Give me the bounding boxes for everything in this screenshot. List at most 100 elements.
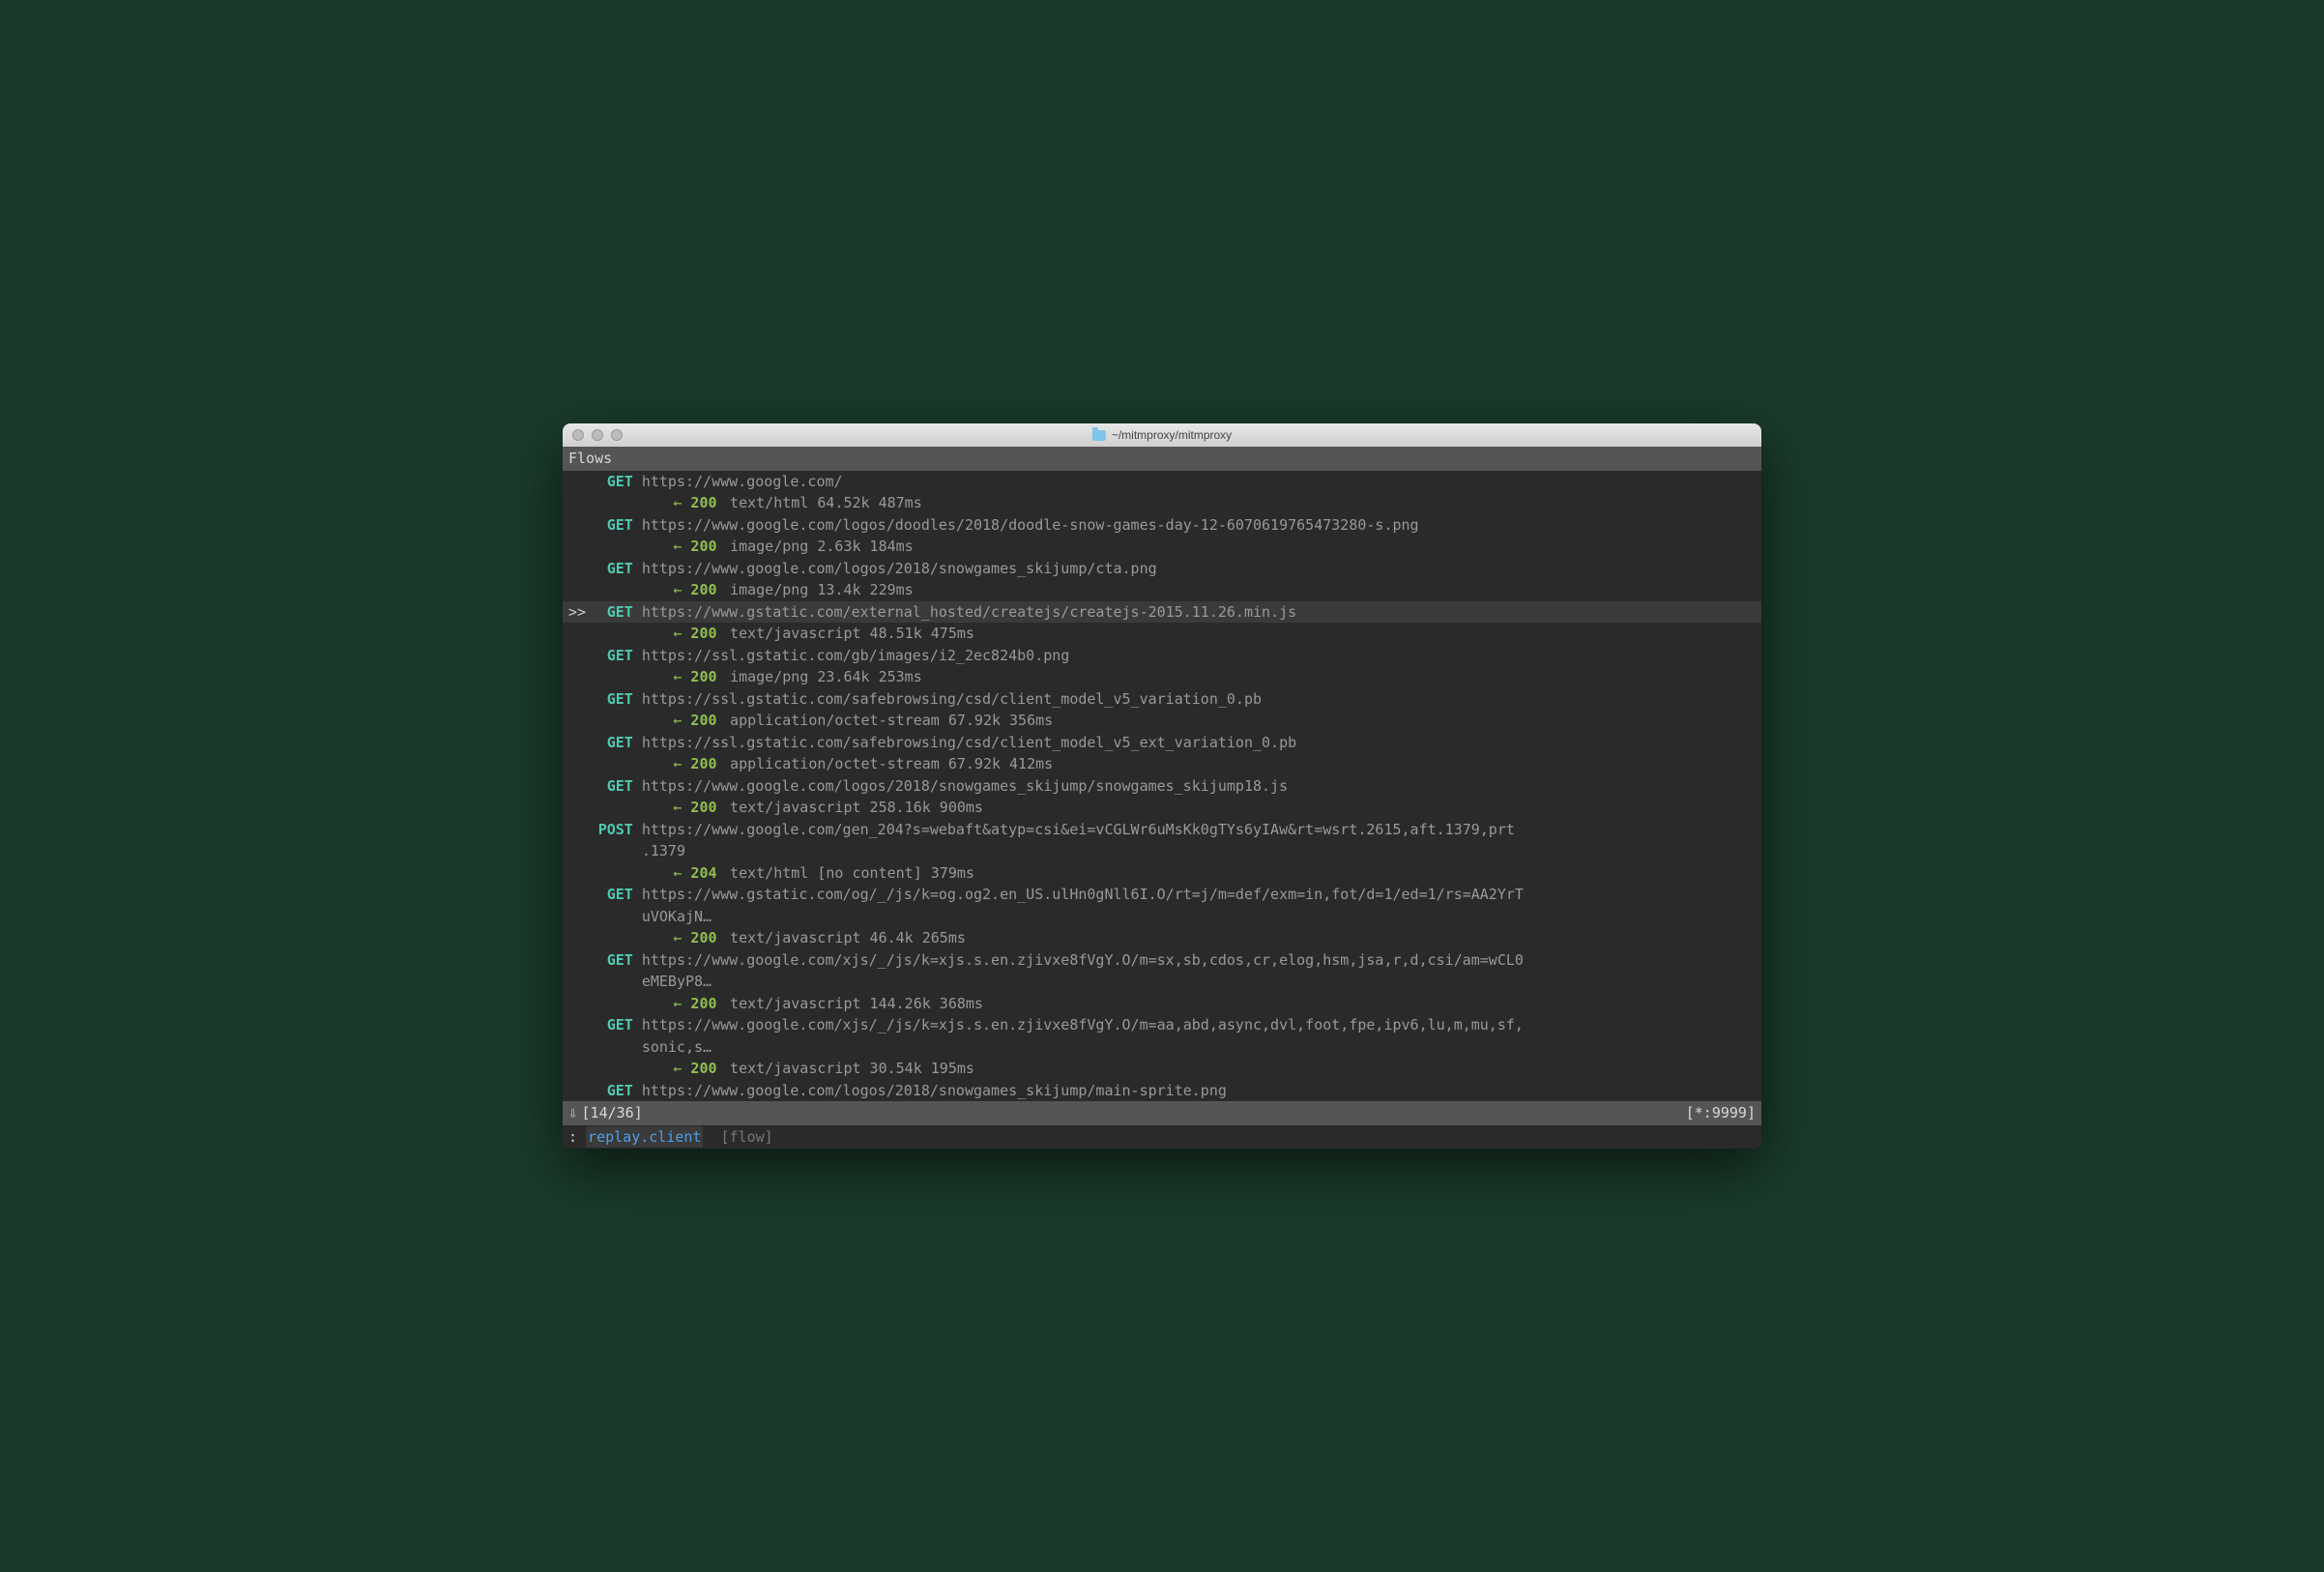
response-meta: application/octet-stream 67.92k 412ms <box>717 755 1054 772</box>
response-row: ← 200 text/javascript 258.16k 900ms <box>563 797 1761 819</box>
response-arrow-icon: ← <box>673 799 690 816</box>
flow-row[interactable]: GEThttps://www.google.com/xjs/_/js/k=xjs… <box>563 949 1761 972</box>
cursor-indicator <box>568 775 590 798</box>
response-arrow-icon: ← <box>673 712 690 729</box>
response-meta: text/html 64.52k 487ms <box>717 494 922 511</box>
http-method: GET <box>590 471 633 493</box>
response-meta: image/png 23.64k 253ms <box>717 668 922 685</box>
command-line[interactable]: : replay.client [flow] <box>563 1125 1761 1150</box>
status-code: 200 <box>690 929 716 946</box>
close-button[interactable] <box>572 429 584 441</box>
http-method: GET <box>590 884 633 906</box>
cursor-indicator <box>568 645 590 667</box>
status-code: 200 <box>690 494 716 511</box>
response-meta: text/javascript 144.26k 368ms <box>717 995 983 1012</box>
minimize-button[interactable] <box>592 429 603 441</box>
response-arrow-icon: ← <box>673 581 690 598</box>
cmd-hint: [flow] <box>703 1126 772 1149</box>
terminal-body[interactable]: Flows GEThttps://www.google.com/← 200 te… <box>563 447 1761 1149</box>
flow-row[interactable]: GEThttps://www.google.com/logos/2018/sno… <box>563 775 1761 798</box>
status-code: 200 <box>690 668 716 685</box>
cursor-indicator <box>568 819 590 841</box>
flow-row[interactable]: GEThttps://ssl.gstatic.com/gb/images/i2_… <box>563 645 1761 667</box>
response-arrow-icon: ← <box>673 625 690 642</box>
response-row: ← 204 text/html [no content] 379ms <box>563 862 1761 885</box>
flow-row[interactable]: GEThttps://www.google.com/logos/2018/sno… <box>563 1080 1761 1102</box>
response-arrow-icon: ← <box>673 538 690 555</box>
response-row: ← 200 text/javascript 46.4k 265ms <box>563 927 1761 949</box>
position-indicator: [14/36] <box>582 1104 643 1121</box>
response-meta: text/javascript 48.51k 475ms <box>717 625 974 642</box>
request-url: https://www.google.com/ <box>633 471 843 493</box>
flow-list[interactable]: GEThttps://www.google.com/← 200 text/htm… <box>563 471 1761 1102</box>
traffic-lights <box>572 429 623 441</box>
request-url: https://www.google.com/logos/doodles/201… <box>633 514 1419 537</box>
flow-row[interactable]: GEThttps://www.google.com/logos/doodles/… <box>563 514 1761 537</box>
request-url: https://www.gstatic.com/og/_/js/k=og.og2… <box>633 884 1524 906</box>
status-code: 204 <box>690 864 716 882</box>
response-arrow-icon: ← <box>673 755 690 772</box>
http-method: GET <box>590 1014 633 1036</box>
cursor-indicator <box>568 514 590 537</box>
cmd-input[interactable]: replay.client <box>586 1126 703 1149</box>
flow-row[interactable]: GEThttps://www.gstatic.com/og/_/js/k=og.… <box>563 884 1761 906</box>
status-code: 200 <box>690 755 716 772</box>
title-text: ~/mitmproxy/mitmproxy <box>1112 428 1232 442</box>
http-method: GET <box>590 775 633 798</box>
request-url: https://www.google.com/xjs/_/js/k=xjs.s.… <box>633 1014 1524 1036</box>
http-method: GET <box>590 601 633 624</box>
http-method: GET <box>590 949 633 972</box>
status-code: 200 <box>690 799 716 816</box>
response-meta: application/octet-stream 67.92k 356ms <box>717 712 1054 729</box>
folder-icon <box>1092 430 1106 441</box>
status-code: 200 <box>690 712 716 729</box>
request-url-continuation: eMEByP8… <box>563 971 1761 993</box>
response-meta: text/html [no content] 379ms <box>717 864 974 882</box>
flow-row[interactable]: GEThttps://ssl.gstatic.com/safebrowsing/… <box>563 688 1761 711</box>
status-code: 200 <box>690 1060 716 1077</box>
cursor-indicator <box>568 732 590 754</box>
status-code: 200 <box>690 581 716 598</box>
zoom-button[interactable] <box>611 429 623 441</box>
flow-row[interactable]: GEThttps://www.google.com/logos/2018/sno… <box>563 558 1761 580</box>
cursor-indicator <box>568 884 590 906</box>
flow-row[interactable]: GEThttps://ssl.gstatic.com/safebrowsing/… <box>563 732 1761 754</box>
request-url-continuation: .1379 <box>563 840 1761 862</box>
response-row: ← 200 text/javascript 30.54k 195ms <box>563 1058 1761 1080</box>
status-left: ⇩[14/36] <box>568 1102 643 1124</box>
http-method: GET <box>590 558 633 580</box>
response-arrow-icon: ← <box>673 995 690 1012</box>
status-code: 200 <box>690 995 716 1012</box>
response-row: ← 200 image/png 23.64k 253ms <box>563 666 1761 688</box>
request-url: https://www.google.com/gen_204?s=webaft&… <box>633 819 1515 841</box>
terminal-window: ~/mitmproxy/mitmproxy Flows GEThttps://w… <box>563 423 1761 1149</box>
flow-row[interactable]: GEThttps://www.google.com/xjs/_/js/k=xjs… <box>563 1014 1761 1036</box>
response-row: ← 200 text/javascript 144.26k 368ms <box>563 993 1761 1015</box>
flow-row[interactable]: >>GEThttps://www.gstatic.com/external_ho… <box>563 601 1761 624</box>
http-method: GET <box>590 688 633 711</box>
cmd-prompt: : <box>568 1126 586 1149</box>
response-meta: text/javascript 46.4k 265ms <box>717 929 966 946</box>
cursor-indicator <box>568 688 590 711</box>
response-row: ← 200 image/png 13.4k 229ms <box>563 579 1761 601</box>
flow-row[interactable]: POSThttps://www.google.com/gen_204?s=web… <box>563 819 1761 841</box>
cursor-indicator <box>568 558 590 580</box>
response-meta: image/png 13.4k 229ms <box>717 581 914 598</box>
cursor-indicator <box>568 1080 590 1102</box>
http-method: GET <box>590 1080 633 1102</box>
response-arrow-icon: ← <box>673 929 690 946</box>
cursor-indicator <box>568 1014 590 1036</box>
request-url: https://ssl.gstatic.com/safebrowsing/csd… <box>633 732 1296 754</box>
flow-row[interactable]: GEThttps://www.google.com/ <box>563 471 1761 493</box>
response-arrow-icon: ← <box>673 864 690 882</box>
response-arrow-icon: ← <box>673 668 690 685</box>
request-url: https://www.google.com/logos/2018/snowga… <box>633 1080 1227 1102</box>
http-method: GET <box>590 514 633 537</box>
listen-address: [*:9999] <box>1686 1102 1756 1124</box>
flows-header: Flows <box>563 447 1761 471</box>
response-meta: text/javascript 258.16k 900ms <box>717 799 983 816</box>
request-url: https://ssl.gstatic.com/gb/images/i2_2ec… <box>633 645 1070 667</box>
request-url: https://www.google.com/logos/2018/snowga… <box>633 558 1157 580</box>
titlebar[interactable]: ~/mitmproxy/mitmproxy <box>563 423 1761 447</box>
window-title: ~/mitmproxy/mitmproxy <box>1092 428 1232 442</box>
